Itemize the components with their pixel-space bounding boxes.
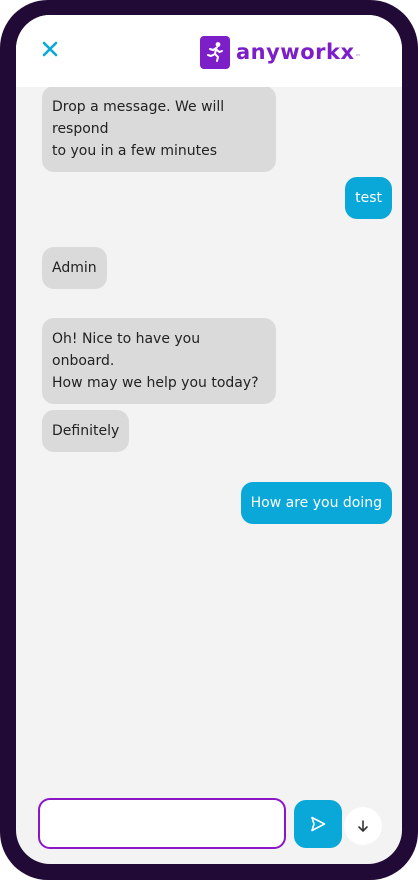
brand-logo: anyworkx ™: [200, 35, 361, 69]
brand-name: anyworkx: [236, 39, 355, 64]
trademark-mark: ™: [355, 54, 361, 60]
chat-header: anyworkx ™: [16, 15, 402, 87]
phone-frame: Drop a message. We will respond to you i…: [0, 0, 418, 880]
message-bubble-user: How are you doing: [240, 482, 392, 524]
send-icon[interactable]: [309, 815, 327, 833]
chat-screen: Drop a message. We will respond to you i…: [16, 15, 402, 864]
message-composer: [16, 785, 402, 864]
close-button[interactable]: [38, 37, 62, 61]
close-icon[interactable]: [42, 41, 58, 57]
runner-icon: [200, 35, 230, 69]
message-list[interactable]: Drop a message. We will respond to you i…: [16, 15, 402, 775]
scroll-down-button[interactable]: [344, 807, 382, 845]
message-bubble-agent: Definitely: [42, 410, 130, 452]
message-bubble-agent: Admin: [42, 247, 107, 289]
send-button[interactable]: [294, 800, 342, 848]
message-bubble-agent: Drop a message. We will respond to you i…: [42, 86, 276, 172]
message-bubble-user: test: [345, 177, 392, 219]
arrow-down-icon[interactable]: [356, 819, 370, 833]
message-bubble-agent: Oh! Nice to have you onboard. How may we…: [42, 318, 276, 404]
message-input[interactable]: [38, 798, 286, 849]
